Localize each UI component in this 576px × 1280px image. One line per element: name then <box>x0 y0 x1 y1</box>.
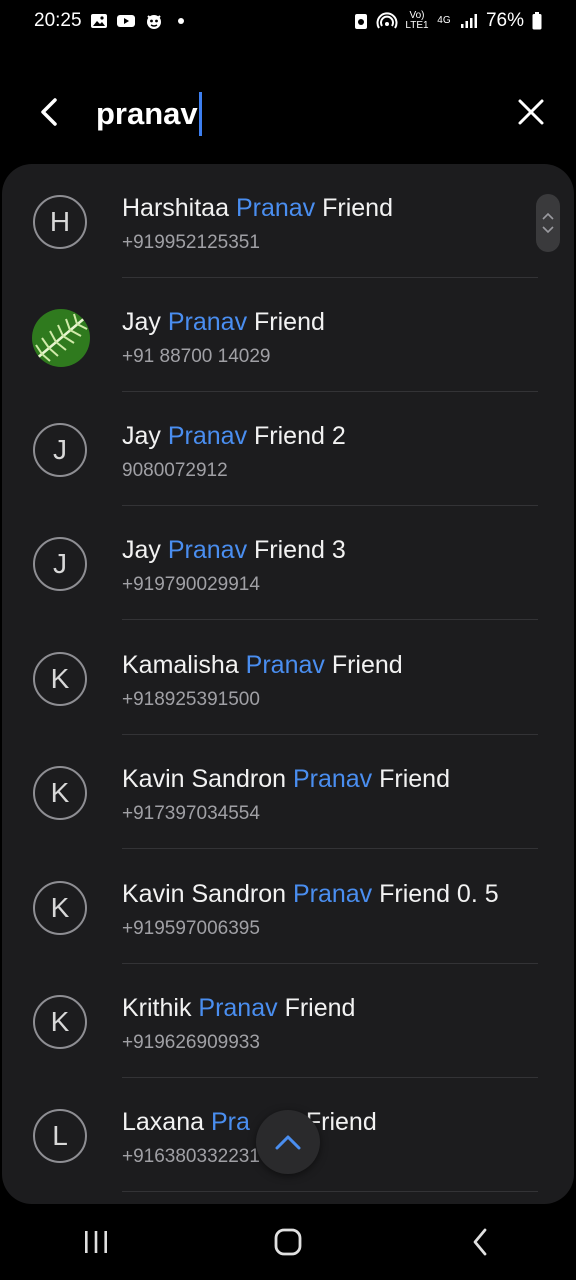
back-button[interactable] <box>30 92 70 132</box>
contact-phone: +919952125351 <box>122 232 260 253</box>
chevron-down-icon <box>542 226 554 234</box>
match-highlight: Pranav <box>292 880 373 908</box>
contact-item[interactable]: Jay Pranav Friend +91 88700 14029 <box>2 278 574 392</box>
arrow-back-icon <box>41 98 57 126</box>
match-highlight: Pranav <box>245 651 325 679</box>
contact-name: Krithik Pranav Friend <box>122 994 356 1022</box>
search-header: pranav <box>0 72 576 156</box>
avatar: J <box>33 537 87 591</box>
match-highlight: Pra <box>210 1108 250 1136</box>
avatar: K <box>33 766 87 820</box>
contact-item[interactable]: K Kavin Sandron Pranav Friend +917397034… <box>2 735 574 849</box>
divider <box>122 848 538 849</box>
avatar: H <box>33 195 87 249</box>
contact-phone: +919597006395 <box>122 918 260 939</box>
contact-name: Harshitaa Pranav Friend <box>122 194 393 222</box>
contact-phone: +917397034554 <box>122 803 260 824</box>
volte-indicator: Vo) LTE1 <box>405 10 429 31</box>
text-caret <box>198 92 202 136</box>
system-navigation-bar <box>0 1204 576 1280</box>
contact-phone: +91 88700 14029 <box>122 346 271 367</box>
recents-icon <box>85 1231 107 1253</box>
back-nav-button[interactable] <box>450 1212 510 1272</box>
data-saver-icon <box>354 12 368 30</box>
contact-phone: +918925391500 <box>122 689 260 710</box>
divider <box>122 619 538 620</box>
battery-percent: 76% <box>485 10 524 31</box>
contact-name: Kamalisha Pranav Friend <box>122 651 403 679</box>
contact-item[interactable]: H Harshitaa Pranav Friend +919952125351 <box>2 164 574 278</box>
contact-name: Kavin Sandron Pranav Friend <box>122 765 450 793</box>
contact-phone: +919626909933 <box>122 1032 260 1053</box>
close-icon <box>518 99 544 125</box>
contact-name: Jay Pranav Friend <box>122 308 325 336</box>
search-input[interactable]: pranav <box>96 92 476 136</box>
contact-item[interactable]: K Kamalisha Pranav Friend +918925391500 <box>2 621 574 735</box>
fern-leaf-image <box>32 309 90 367</box>
status-time: 20:25 <box>34 10 82 31</box>
home-button[interactable] <box>258 1212 318 1272</box>
contact-name: Jay Pranav Friend 3 <box>122 536 346 564</box>
contact-phone: +916380332231 <box>122 1146 260 1167</box>
recents-button[interactable] <box>66 1212 126 1272</box>
status-bar: 20:25 Vo) LTE1 4G 76% <box>0 0 576 42</box>
match-highlight: Pranav <box>235 194 316 222</box>
more-notifications-icon <box>177 18 184 24</box>
scroll-to-top-button[interactable] <box>256 1110 320 1174</box>
match-highlight: Pranav <box>167 536 248 564</box>
gallery-icon <box>90 13 108 29</box>
contact-phone: 9080072912 <box>122 460 228 481</box>
back-icon <box>473 1228 487 1256</box>
match-highlight: Pranav <box>198 994 278 1022</box>
signal-icon <box>460 13 478 29</box>
contact-item[interactable]: K Kavin Sandron Pranav Friend 0. 5 +9195… <box>2 850 574 964</box>
youtube-icon <box>116 13 136 29</box>
avatar-photo <box>32 309 90 367</box>
avatar: L <box>33 1109 87 1163</box>
contact-item[interactable]: J Jay Pranav Friend 2 9080072912 <box>2 392 574 506</box>
contact-item[interactable]: J Jay Pranav Friend 3 +919790029914 <box>2 506 574 620</box>
divider <box>122 1191 538 1192</box>
clear-search-button[interactable] <box>511 92 551 132</box>
avatar: K <box>33 652 87 706</box>
chevron-up-icon <box>542 212 554 220</box>
match-highlight: Pranav <box>167 308 248 336</box>
contact-name: Jay Pranav Friend 2 <box>122 422 346 450</box>
search-query-text: pranav <box>96 96 198 131</box>
app-notification-icon <box>144 12 164 30</box>
contact-name: Kavin Sandron Pranav Friend 0. 5 <box>122 880 499 908</box>
hotspot-icon <box>376 12 398 30</box>
network-type: 4G <box>437 15 451 26</box>
avatar: K <box>33 995 87 1049</box>
contact-phone: +919790029914 <box>122 574 260 595</box>
chevron-up-icon <box>275 1135 301 1150</box>
home-icon <box>274 1228 302 1256</box>
battery-icon <box>532 12 542 30</box>
contact-name: Laxana Pra Friend <box>122 1108 377 1136</box>
avatar: J <box>33 423 87 477</box>
contacts-results-list[interactable]: H Harshitaa Pranav Friend +919952125351 … <box>2 164 574 1204</box>
avatar: K <box>33 881 87 935</box>
contact-item[interactable]: K Krithik Pranav Friend +919626909933 <box>2 964 574 1078</box>
fast-scroll-handle[interactable] <box>536 194 560 252</box>
match-highlight: Pranav <box>292 765 373 793</box>
match-highlight: Pranav <box>167 422 248 450</box>
